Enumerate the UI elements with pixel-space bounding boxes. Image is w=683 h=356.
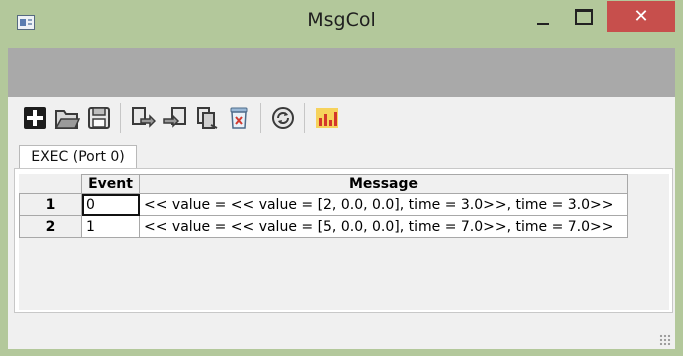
table-header-row: Event Message: [19, 174, 628, 194]
column-header-message[interactable]: Message: [139, 174, 628, 194]
message-cell[interactable]: << value = << value = [5, 0.0, 0.0], tim…: [139, 215, 628, 238]
column-header-event[interactable]: Event: [81, 174, 140, 194]
add-icon: [24, 107, 46, 129]
tab-bar: EXEC (Port 0): [8, 141, 675, 169]
close-button[interactable]: ✕: [607, 1, 675, 32]
maximize-button[interactable]: [564, 1, 602, 33]
export-icon: [132, 107, 157, 128]
copy-icon: [197, 107, 218, 129]
event-cell[interactable]: 0: [81, 193, 140, 216]
tab-panel: Event Message 1 0 << value = << value = …: [14, 168, 673, 313]
import-icon: [163, 107, 186, 128]
plot-chart-button[interactable]: [314, 105, 340, 131]
export-button[interactable]: [130, 105, 157, 131]
tab-exec-port-0[interactable]: EXEC (Port 0): [19, 145, 137, 169]
header-strip: [8, 48, 675, 97]
table-corner: [19, 174, 82, 194]
maximize-icon: [575, 9, 593, 25]
import-button[interactable]: [162, 105, 188, 131]
status-bar: [8, 318, 675, 349]
save-button[interactable]: [86, 105, 112, 131]
refresh-icon: [272, 107, 294, 129]
toolbar-separator: [304, 103, 305, 133]
toolbar: [8, 97, 675, 141]
clear-button[interactable]: [226, 105, 252, 131]
minimize-icon: [537, 23, 549, 25]
refresh-button[interactable]: [270, 105, 296, 131]
toolbar-separator: [120, 103, 121, 133]
table-row: 1 0 << value = << value = [2, 0.0, 0.0],…: [19, 193, 628, 216]
row-header[interactable]: 1: [19, 193, 82, 216]
minimize-button[interactable]: [527, 1, 559, 33]
plot-chart-icon: [316, 108, 338, 128]
save-icon: [88, 107, 110, 129]
window: MsgCol ✕ EXEC (Port 0) Event Message 1 0…: [0, 0, 683, 356]
add-button[interactable]: [22, 105, 48, 131]
open-folder-icon: [54, 110, 81, 129]
copy-button[interactable]: [194, 105, 220, 131]
client-area: EXEC (Port 0) Event Message 1 0 << value…: [8, 48, 675, 349]
message-cell[interactable]: << value = << value = [2, 0.0, 0.0], tim…: [139, 193, 628, 216]
toolbar-separator: [260, 103, 261, 133]
clear-delete-icon: [230, 107, 248, 129]
resize-grip-icon[interactable]: [659, 334, 671, 346]
table-row: 2 1 << value = << value = [5, 0.0, 0.0],…: [19, 215, 628, 238]
row-header[interactable]: 2: [19, 215, 82, 238]
close-icon: ✕: [633, 6, 649, 27]
message-table: Event Message 1 0 << value = << value = …: [19, 174, 628, 238]
open-button[interactable]: [54, 105, 81, 131]
event-cell[interactable]: 1: [81, 215, 140, 238]
title-bar[interactable]: MsgCol ✕: [0, 0, 683, 47]
message-grid: Event Message 1 0 << value = << value = …: [19, 174, 669, 310]
